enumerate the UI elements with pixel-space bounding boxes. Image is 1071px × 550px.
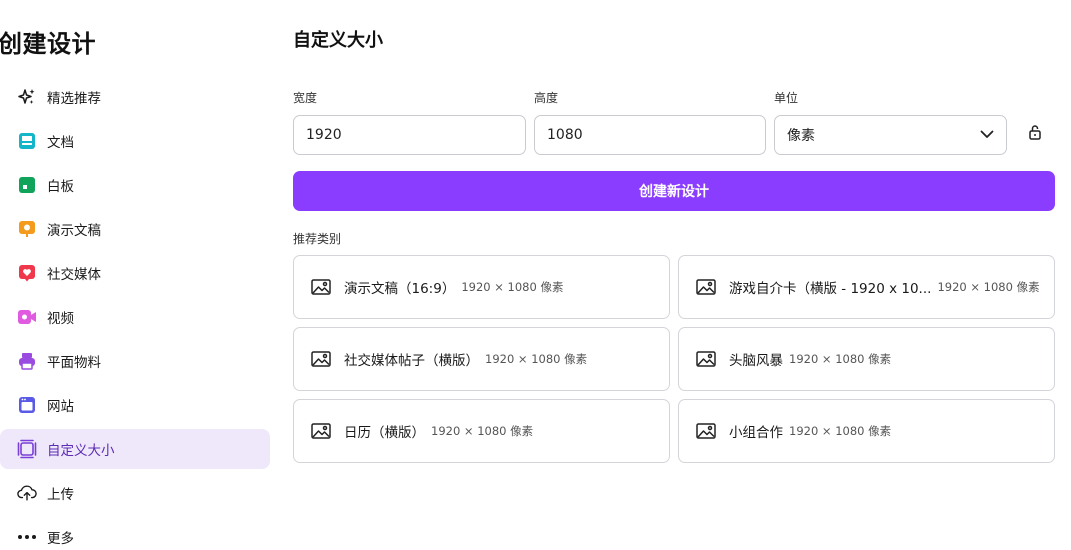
- image-icon: [696, 350, 718, 368]
- category-name: 社交媒体帖子（横版）: [344, 353, 479, 369]
- sidebar-item-label: 文档: [47, 135, 74, 151]
- image-icon: [696, 422, 718, 440]
- category-card-group-work[interactable]: 小组合作 1920 × 1080 像素: [678, 399, 1055, 463]
- sidebar-nav: 精选推荐 文档 白板 演示文稿 社交媒体 视频 平面物料 网站 自定义大小 上传…: [0, 77, 270, 550]
- sidebar-item-label: 上传: [47, 487, 74, 503]
- category-size: 1920 × 1080 像素: [461, 280, 564, 294]
- document-icon: [17, 131, 37, 151]
- sidebar-item-label: 平面物料: [47, 355, 101, 371]
- category-size: 1920 × 1080 像素: [485, 352, 588, 366]
- width-value: 1920: [306, 127, 342, 143]
- sidebar-item-video[interactable]: 视频: [0, 297, 270, 337]
- heart-icon: [17, 263, 37, 283]
- sidebar-item-whiteboard[interactable]: 白板: [0, 165, 270, 205]
- sidebar: 创建设计 精选推荐 文档 白板 演示文稿 社交媒体 视频 平面物料 网站 自定义…: [0, 0, 280, 550]
- category-card-calendar[interactable]: 日历（横版） 1920 × 1080 像素: [293, 399, 670, 463]
- sidebar-item-label: 演示文稿: [47, 223, 101, 239]
- category-name: 头脑风暴: [729, 353, 783, 369]
- whiteboard-icon: [17, 175, 37, 195]
- sidebar-item-featured[interactable]: 精选推荐: [0, 77, 270, 117]
- sidebar-item-label: 白板: [47, 179, 74, 195]
- category-size: 1920 × 1080 像素: [789, 352, 892, 366]
- sidebar-item-label: 社交媒体: [47, 267, 101, 283]
- category-name: 小组合作: [729, 425, 783, 441]
- category-card-presentation[interactable]: 演示文稿（16:9） 1920 × 1080 像素: [293, 255, 670, 319]
- sidebar-item-website[interactable]: 网站: [0, 385, 270, 425]
- sidebar-item-label: 更多: [47, 531, 74, 547]
- category-card-game-card[interactable]: 游戏自介卡（横版 - 1920 x 10... 1920 × 1080 像素: [678, 255, 1055, 319]
- width-input[interactable]: 1920: [293, 115, 526, 155]
- page-title: 自定义大小: [293, 30, 383, 51]
- unlock-icon: [1028, 124, 1042, 144]
- create-design-button[interactable]: 创建新设计: [293, 171, 1055, 211]
- sidebar-item-social-media[interactable]: 社交媒体: [0, 253, 270, 293]
- category-size: 1920 × 1080 像素: [789, 424, 892, 438]
- height-input[interactable]: 1080: [534, 115, 766, 155]
- sidebar-item-label: 自定义大小: [47, 443, 115, 459]
- sidebar-item-docs[interactable]: 文档: [0, 121, 270, 161]
- category-name: 演示文稿（16:9）: [344, 281, 456, 297]
- custom-size-icon: [17, 439, 37, 459]
- website-icon: [17, 395, 37, 415]
- image-icon: [311, 350, 333, 368]
- sidebar-item-custom-size[interactable]: 自定义大小: [0, 429, 270, 469]
- printer-icon: [17, 351, 37, 371]
- unit-select[interactable]: 像素: [774, 115, 1007, 155]
- height-value: 1080: [547, 127, 583, 143]
- recommended-categories-label: 推荐类别: [293, 232, 342, 246]
- sidebar-item-label: 网站: [47, 399, 74, 415]
- sidebar-item-label: 精选推荐: [47, 91, 101, 107]
- unit-label: 单位: [774, 91, 799, 105]
- sparkle-icon: [17, 87, 37, 107]
- sidebar-item-print[interactable]: 平面物料: [0, 341, 270, 381]
- sidebar-item-label: 视频: [47, 311, 74, 327]
- image-icon: [696, 278, 718, 296]
- sidebar-item-more[interactable]: 更多: [0, 517, 270, 550]
- category-size: 1920 × 1080 像素: [431, 424, 534, 438]
- sidebar-item-upload[interactable]: 上传: [0, 473, 270, 513]
- video-icon: [17, 307, 37, 327]
- chevron-down-icon: [980, 127, 994, 143]
- category-card-social-post[interactable]: 社交媒体帖子（横版） 1920 × 1080 像素: [293, 327, 670, 391]
- category-name: 日历（横版）: [344, 425, 425, 441]
- height-label: 高度: [534, 91, 559, 105]
- category-name: 游戏自介卡（横版 - 1920 x 10...: [729, 281, 932, 297]
- sidebar-item-presentation[interactable]: 演示文稿: [0, 209, 270, 249]
- presentation-icon: [17, 219, 37, 239]
- unit-value: 像素: [787, 128, 815, 144]
- more-dots-icon: [17, 527, 37, 547]
- cloud-upload-icon: [17, 483, 37, 503]
- category-card-brainstorm[interactable]: 头脑风暴 1920 × 1080 像素: [678, 327, 1055, 391]
- width-label: 宽度: [293, 91, 318, 105]
- custom-size-panel: 自定义大小 宽度 高度 单位 1920 1080 像素 创建新设计 推荐类别 演…: [293, 0, 1055, 550]
- sidebar-title: 创建设计: [0, 30, 96, 58]
- category-size: 1920 × 1080 像素: [937, 280, 1040, 294]
- image-icon: [311, 278, 333, 296]
- aspect-lock-button[interactable]: [1026, 124, 1044, 144]
- image-icon: [311, 422, 333, 440]
